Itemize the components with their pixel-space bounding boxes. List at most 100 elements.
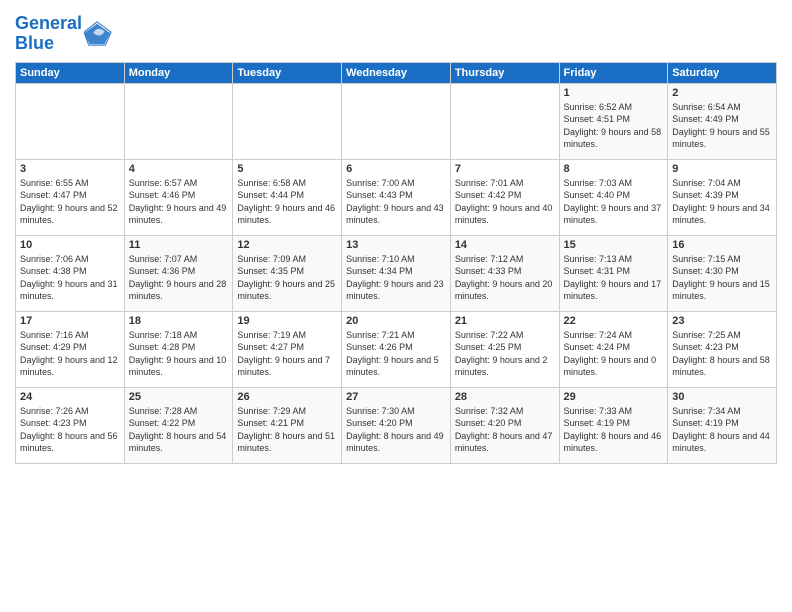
calendar-cell: 14 Sunrise: 7:12 AM Sunset: 4:33 PM Dayli… — [450, 235, 559, 311]
day-header-wednesday: Wednesday — [342, 62, 451, 83]
day-header-thursday: Thursday — [450, 62, 559, 83]
calendar-cell: 25Sunrise: 7:28 AM Sunset: 4:22 PM Dayli… — [124, 387, 233, 463]
day-number: 21 — [455, 315, 555, 327]
calendar-cell: 30 Sunrise: 7:34 AM Sunset: 4:19 PM Dayli… — [668, 387, 777, 463]
calendar-week-row: 17 Sunrise: 7:16 AM Sunset: 4:29 PM Dayli… — [16, 311, 777, 387]
day-number: 22 — [564, 315, 664, 327]
day-info: Sunrise: 7:13 AM Sunset: 4:31 PM Dayligh… — [564, 253, 664, 303]
day-info: Sunrise: 7:09 AM Sunset: 4:35 PM Dayligh… — [237, 253, 337, 303]
day-info: Sunrise: 7:34 AM Sunset: 4:19 PM Dayligh… — [672, 405, 772, 455]
calendar-header-row: SundayMondayTuesdayWednesdayThursdayFrid… — [16, 62, 777, 83]
calendar-cell: 26Sunrise: 7:29 AM Sunset: 4:21 PM Dayli… — [233, 387, 342, 463]
day-info: Sunrise: 7:03 AM Sunset: 4:40 PM Dayligh… — [564, 177, 664, 227]
day-number: 18 — [129, 315, 229, 327]
day-number: 10 — [20, 239, 120, 251]
calendar-cell: 17 Sunrise: 7:16 AM Sunset: 4:29 PM Dayli… — [16, 311, 125, 387]
day-info: Sunrise: 6:54 AM Sunset: 4:49 PM Dayligh… — [672, 101, 772, 151]
day-info: Sunrise: 7:06 AM Sunset: 4:38 PM Dayligh… — [20, 253, 120, 303]
calendar-week-row: 10 Sunrise: 7:06 AM Sunset: 4:38 PM Dayli… — [16, 235, 777, 311]
day-info: Sunrise: 7:10 AM Sunset: 4:34 PM Dayligh… — [346, 253, 446, 303]
day-number: 11 — [129, 239, 229, 251]
day-info: Sunrise: 7:04 AM Sunset: 4:39 PM Dayligh… — [672, 177, 772, 227]
calendar-cell: 9 Sunrise: 7:04 AM Sunset: 4:39 PM Daylig… — [668, 159, 777, 235]
day-number: 8 — [564, 163, 664, 175]
calendar-cell: 16Sunrise: 7:15 AM Sunset: 4:30 PM Dayli… — [668, 235, 777, 311]
day-header-sunday: Sunday — [16, 62, 125, 83]
day-info: Sunrise: 7:33 AM Sunset: 4:19 PM Dayligh… — [564, 405, 664, 455]
day-header-monday: Monday — [124, 62, 233, 83]
day-number: 17 — [20, 315, 120, 327]
day-header-friday: Friday — [559, 62, 668, 83]
calendar-cell: 7 Sunrise: 7:01 AM Sunset: 4:42 PM Daylig… — [450, 159, 559, 235]
day-info: Sunrise: 6:52 AM Sunset: 4:51 PM Dayligh… — [564, 101, 664, 151]
day-info: Sunrise: 7:01 AM Sunset: 4:42 PM Dayligh… — [455, 177, 555, 227]
calendar-cell: 13 Sunrise: 7:10 AM Sunset: 4:34 PM Dayli… — [342, 235, 451, 311]
calendar-cell: 6Sunrise: 7:00 AM Sunset: 4:43 PM Daylig… — [342, 159, 451, 235]
header: GeneralBlue — [15, 10, 777, 54]
calendar-cell — [124, 83, 233, 159]
logo-icon — [84, 20, 112, 48]
day-number: 14 — [455, 239, 555, 251]
calendar-cell — [342, 83, 451, 159]
day-number: 6 — [346, 163, 446, 175]
logo: GeneralBlue — [15, 14, 112, 54]
calendar-cell: 23 Sunrise: 7:25 AM Sunset: 4:23 PM Dayli… — [668, 311, 777, 387]
calendar-cell — [450, 83, 559, 159]
day-number: 28 — [455, 391, 555, 403]
calendar-cell: 3 Sunrise: 6:55 AM Sunset: 4:47 PM Daylig… — [16, 159, 125, 235]
calendar-page: GeneralBlue SundayMondayTuesdayWednesday… — [0, 0, 792, 612]
day-header-tuesday: Tuesday — [233, 62, 342, 83]
calendar-week-row: 1 Sunrise: 6:52 AM Sunset: 4:51 PM Daylig… — [16, 83, 777, 159]
day-number: 13 — [346, 239, 446, 251]
day-info: Sunrise: 7:12 AM Sunset: 4:33 PM Dayligh… — [455, 253, 555, 303]
day-number: 7 — [455, 163, 555, 175]
day-number: 24 — [20, 391, 120, 403]
calendar-cell: 29 Sunrise: 7:33 AM Sunset: 4:19 PM Dayli… — [559, 387, 668, 463]
day-info: Sunrise: 7:28 AM Sunset: 4:22 PM Dayligh… — [129, 405, 229, 455]
calendar-cell: 22 Sunrise: 7:24 AM Sunset: 4:24 PM Dayli… — [559, 311, 668, 387]
calendar-cell: 12 Sunrise: 7:09 AM Sunset: 4:35 PM Dayli… — [233, 235, 342, 311]
day-info: Sunrise: 6:55 AM Sunset: 4:47 PM Dayligh… — [20, 177, 120, 227]
calendar-cell: 4 Sunrise: 6:57 AM Sunset: 4:46 PM Daylig… — [124, 159, 233, 235]
calendar-cell: 19 Sunrise: 7:19 AM Sunset: 4:27 PM Dayli… — [233, 311, 342, 387]
day-number: 26 — [237, 391, 337, 403]
day-info: Sunrise: 7:30 AM Sunset: 4:20 PM Dayligh… — [346, 405, 446, 455]
day-info: Sunrise: 7:32 AM Sunset: 4:20 PM Dayligh… — [455, 405, 555, 455]
day-info: Sunrise: 7:18 AM Sunset: 4:28 PM Dayligh… — [129, 329, 229, 379]
calendar-cell: 28 Sunrise: 7:32 AM Sunset: 4:20 PM Dayli… — [450, 387, 559, 463]
day-info: Sunrise: 7:25 AM Sunset: 4:23 PM Dayligh… — [672, 329, 772, 379]
calendar-week-row: 24 Sunrise: 7:26 AM Sunset: 4:23 PM Dayli… — [16, 387, 777, 463]
day-info: Sunrise: 7:15 AM Sunset: 4:30 PM Dayligh… — [672, 253, 772, 303]
calendar-cell: 10 Sunrise: 7:06 AM Sunset: 4:38 PM Dayli… — [16, 235, 125, 311]
calendar-cell: 5 Sunrise: 6:58 AM Sunset: 4:44 PM Daylig… — [233, 159, 342, 235]
day-info: Sunrise: 6:58 AM Sunset: 4:44 PM Dayligh… — [237, 177, 337, 227]
day-number: 12 — [237, 239, 337, 251]
day-number: 20 — [346, 315, 446, 327]
day-number: 4 — [129, 163, 229, 175]
calendar-cell: 8 Sunrise: 7:03 AM Sunset: 4:40 PM Daylig… — [559, 159, 668, 235]
calendar-cell — [233, 83, 342, 159]
day-info: Sunrise: 7:21 AM Sunset: 4:26 PM Dayligh… — [346, 329, 446, 379]
day-number: 1 — [564, 87, 664, 99]
calendar-cell: 21 Sunrise: 7:22 AM Sunset: 4:25 PM Dayli… — [450, 311, 559, 387]
day-info: Sunrise: 7:24 AM Sunset: 4:24 PM Dayligh… — [564, 329, 664, 379]
day-number: 15 — [564, 239, 664, 251]
day-number: 23 — [672, 315, 772, 327]
day-info: Sunrise: 7:16 AM Sunset: 4:29 PM Dayligh… — [20, 329, 120, 379]
day-info: Sunrise: 7:22 AM Sunset: 4:25 PM Dayligh… — [455, 329, 555, 379]
day-number: 30 — [672, 391, 772, 403]
calendar-cell: 18 Sunrise: 7:18 AM Sunset: 4:28 PM Dayli… — [124, 311, 233, 387]
day-number: 3 — [20, 163, 120, 175]
calendar-cell — [16, 83, 125, 159]
day-info: Sunrise: 7:26 AM Sunset: 4:23 PM Dayligh… — [20, 405, 120, 455]
calendar-cell: 24 Sunrise: 7:26 AM Sunset: 4:23 PM Dayli… — [16, 387, 125, 463]
day-number: 5 — [237, 163, 337, 175]
logo-text: GeneralBlue — [15, 14, 82, 54]
day-info: Sunrise: 7:19 AM Sunset: 4:27 PM Dayligh… — [237, 329, 337, 379]
day-number: 19 — [237, 315, 337, 327]
day-number: 29 — [564, 391, 664, 403]
day-number: 9 — [672, 163, 772, 175]
day-info: Sunrise: 6:57 AM Sunset: 4:46 PM Dayligh… — [129, 177, 229, 227]
day-info: Sunrise: 7:07 AM Sunset: 4:36 PM Dayligh… — [129, 253, 229, 303]
calendar-cell: 27Sunrise: 7:30 AM Sunset: 4:20 PM Dayli… — [342, 387, 451, 463]
